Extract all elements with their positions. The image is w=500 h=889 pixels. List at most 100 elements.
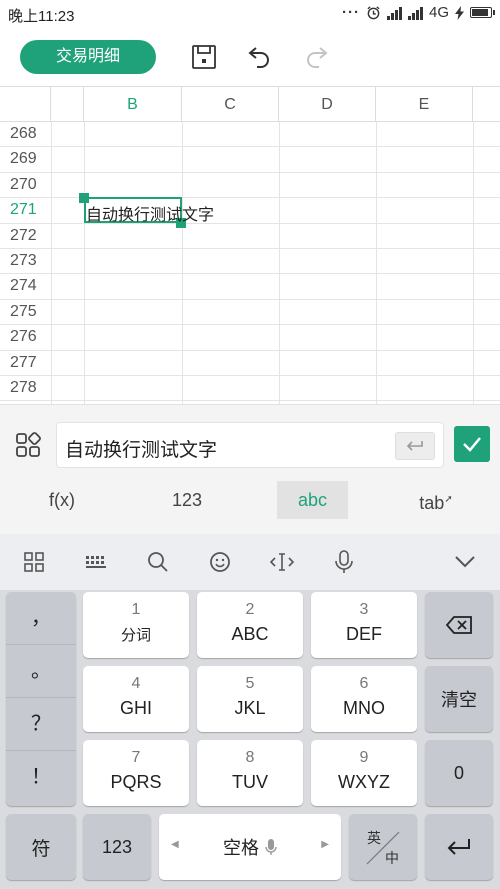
- mode-fx[interactable]: f(x): [18, 481, 106, 519]
- table-row[interactable]: 269: [0, 147, 500, 173]
- microphone-icon[interactable]: [330, 548, 358, 576]
- grid-line: [279, 122, 280, 404]
- row-number: 276: [10, 328, 37, 346]
- microphone-small-icon: [265, 839, 277, 855]
- keyboard-layout-icon[interactable]: [82, 548, 110, 576]
- mode-abc[interactable]: abc: [277, 481, 348, 519]
- clear-key[interactable]: 清空: [425, 666, 493, 732]
- key-label: JKL: [234, 698, 266, 718]
- key-question[interactable]: ？: [6, 698, 76, 751]
- key-number: 9: [359, 749, 369, 766]
- grid-menu-icon[interactable]: [14, 431, 42, 459]
- toolbar: 交易明细: [0, 28, 500, 86]
- table-row[interactable]: 275: [0, 300, 500, 326]
- key-label: 分词: [120, 627, 151, 644]
- column-header-a[interactable]: [51, 87, 84, 122]
- table-row[interactable]: 274: [0, 274, 500, 300]
- grid-line: [84, 122, 85, 404]
- key-7[interactable]: 7 PQRS: [83, 740, 189, 806]
- table-row[interactable]: 276: [0, 325, 500, 351]
- key-number: 8: [245, 749, 255, 766]
- mode-tab[interactable]: tab➚: [392, 481, 480, 519]
- key-number: 1: [131, 601, 141, 618]
- signal-icon-2: [407, 6, 423, 20]
- key-label: TUV: [232, 772, 268, 792]
- signal-icon: [386, 6, 402, 20]
- key-8[interactable]: 8 TUV: [197, 740, 303, 806]
- trade-details-button[interactable]: 交易明细: [20, 40, 156, 74]
- language-switch-key[interactable]: 英 中: [349, 814, 417, 880]
- charging-icon: [455, 5, 464, 20]
- more-notifications-icon: ···: [341, 4, 360, 21]
- punctuation-column[interactable]: ， 。 ？ ！: [6, 592, 76, 806]
- key-1[interactable]: 1 分词: [83, 592, 189, 658]
- undo-icon[interactable]: [243, 40, 277, 74]
- key-number: 6: [359, 675, 369, 692]
- numeric-key[interactable]: 123: [83, 814, 151, 880]
- table-row[interactable]: 277: [0, 351, 500, 376]
- key-number: 2: [245, 601, 255, 618]
- key-label: WXYZ: [338, 772, 390, 792]
- backspace-key[interactable]: [425, 592, 493, 658]
- mode-123[interactable]: 123: [143, 481, 231, 519]
- key-9[interactable]: 9 WXYZ: [311, 740, 417, 806]
- backspace-icon: [445, 616, 472, 634]
- key-label: PQRS: [110, 772, 162, 792]
- return-icon: [406, 441, 423, 451]
- column-header: B C D E: [0, 86, 500, 122]
- key-label: DEF: [346, 624, 382, 644]
- battery-icon: [470, 7, 495, 18]
- enter-key[interactable]: [425, 814, 493, 880]
- confirm-button[interactable]: [454, 426, 490, 462]
- status-bar: 晚上11:23 ··· 4G: [0, 0, 500, 28]
- column-header-b[interactable]: B: [84, 87, 182, 122]
- table-row[interactable]: 273: [0, 249, 500, 275]
- corner-cell[interactable]: [0, 87, 51, 122]
- key-6[interactable]: 6 MNO: [311, 666, 417, 732]
- enter-icon: [447, 839, 470, 855]
- row-number: 270: [10, 175, 37, 193]
- row-number: 273: [10, 252, 37, 269]
- table-row[interactable]: 268: [0, 122, 500, 148]
- formula-text: 自动换行测试文字: [65, 440, 218, 461]
- key-period[interactable]: 。: [6, 645, 76, 698]
- key-4[interactable]: 4 GHI: [83, 666, 189, 732]
- cursor-move-icon[interactable]: [268, 548, 296, 576]
- key-label: MNO: [343, 698, 385, 718]
- column-header-e[interactable]: E: [376, 87, 473, 122]
- key-comma[interactable]: ，: [6, 592, 76, 645]
- formula-input[interactable]: 自动换行测试文字: [56, 422, 444, 468]
- key-exclaim[interactable]: ！: [6, 751, 76, 804]
- cursor-right-icon: ▶: [321, 839, 329, 850]
- save-icon[interactable]: [187, 40, 221, 74]
- table-row[interactable]: 278: [0, 376, 500, 402]
- search-icon[interactable]: [144, 548, 172, 576]
- row-number: 274: [10, 277, 37, 295]
- emoji-icon[interactable]: [206, 548, 234, 576]
- symbol-key[interactable]: 符: [6, 814, 76, 880]
- cell-content: 自动换行测试文字: [86, 207, 215, 224]
- table-row[interactable]: 272: [0, 224, 500, 249]
- space-key[interactable]: ◀ 空格 ▶: [159, 814, 341, 880]
- keyboard-menu-icon[interactable]: [20, 548, 48, 576]
- key-5[interactable]: 5 JKL: [197, 666, 303, 732]
- key-2[interactable]: 2 ABC: [197, 592, 303, 658]
- check-icon: [463, 437, 481, 452]
- row-number: 272: [10, 226, 37, 244]
- grid-line: [51, 122, 52, 404]
- key-number: 3: [359, 601, 369, 618]
- row-number-active: 271: [10, 201, 37, 219]
- redo-icon[interactable]: [299, 40, 333, 74]
- spreadsheet-grid[interactable]: B C D E 268 269 270 271 272 273 274 275 …: [0, 86, 500, 404]
- table-row[interactable]: 270: [0, 173, 500, 199]
- keyboard-toolbar: [0, 534, 500, 590]
- space-label: 空格: [223, 838, 259, 858]
- column-header-c[interactable]: C: [182, 87, 279, 122]
- collapse-keyboard-icon[interactable]: [451, 548, 479, 576]
- key-3[interactable]: 3 DEF: [311, 592, 417, 658]
- key-0[interactable]: 0: [425, 740, 493, 806]
- mode-tab-label: tab: [419, 493, 445, 513]
- column-header-d[interactable]: D: [279, 87, 376, 122]
- newline-button[interactable]: [395, 432, 435, 460]
- table-row[interactable]: 271: [0, 198, 500, 224]
